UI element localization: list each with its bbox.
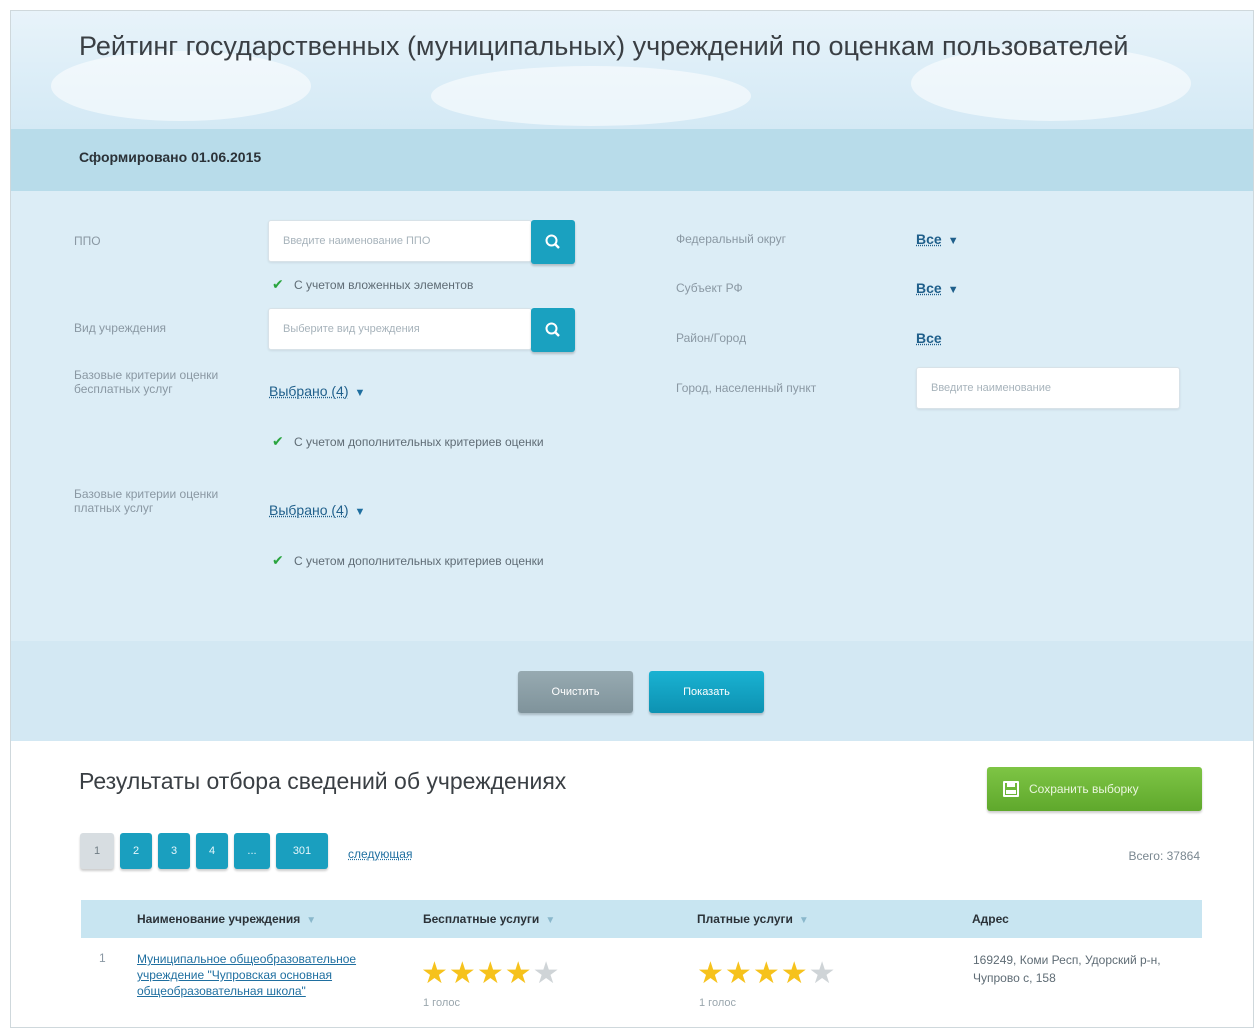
ppo-input[interactable]: Введите наименование ППО — [268, 220, 532, 262]
ppo-search-button[interactable] — [531, 220, 575, 264]
column-name-label: Наименование учреждения — [137, 912, 301, 926]
federal-district-value: Все — [916, 231, 942, 247]
paid-extra-checkbox[interactable]: ✔ С учетом дополнительных критериев оцен… — [272, 552, 572, 568]
page-button-2[interactable]: 2 — [120, 833, 152, 869]
paid-criteria-dropdown[interactable]: Выбрано (4) ▼ — [269, 502, 365, 518]
table-header: Наименование учреждения ▼ Бесплатные услу… — [81, 900, 1202, 938]
federal-district-dropdown[interactable]: Все ▼ — [916, 231, 959, 247]
star-empty-icon: ★ — [808, 957, 837, 990]
star-filled-icon: ★ — [504, 957, 533, 990]
city-label: Город, населенный пункт — [676, 381, 817, 395]
type-input[interactable]: Выберите вид учреждения — [268, 308, 532, 350]
star-empty-icon: ★ — [532, 957, 561, 990]
filter-panel — [11, 191, 1253, 641]
paid-extra-label: С учетом дополнительных критериев оценки — [294, 554, 544, 568]
paid-criteria-value: Выбрано (4) — [269, 502, 349, 518]
free-extra-checkbox[interactable]: ✔ С учетом дополнительных критериев оцен… — [272, 433, 572, 449]
checkmark-icon: ✔ — [272, 433, 284, 449]
subject-label: Субъект РФ — [676, 281, 743, 295]
free-criteria-value: Выбрано (4) — [269, 383, 349, 399]
column-header-name[interactable]: Наименование учреждения ▼ — [137, 912, 316, 926]
paid-rating-stars: ★★★★★ — [697, 959, 837, 989]
total-count: Всего: 37864 — [1128, 849, 1200, 863]
column-header-address: Адрес — [972, 912, 1009, 926]
free-criteria-dropdown[interactable]: Выбрано (4) ▼ — [269, 383, 365, 399]
type-search-button[interactable] — [531, 308, 575, 352]
district-label: Район/Город — [676, 331, 747, 345]
column-address-label: Адрес — [972, 912, 1009, 926]
star-filled-icon: ★ — [476, 957, 505, 990]
page-header: Рейтинг государственных (муниципальных) … — [11, 11, 1253, 129]
checkmark-icon: ✔ — [272, 276, 284, 292]
district-value: Все — [916, 330, 942, 346]
ppo-nested-checkbox[interactable]: ✔ С учетом вложенных элементов — [272, 276, 474, 292]
save-selection-label: Сохранить выборку — [1029, 782, 1139, 796]
formed-date: Сформировано 01.06.2015 — [79, 149, 262, 165]
star-filled-icon: ★ — [697, 957, 725, 990]
caret-down-icon: ▼ — [354, 506, 366, 518]
sort-icon: ▼ — [798, 915, 809, 926]
floppy-disk-icon — [1003, 781, 1019, 797]
ppo-nested-label: С учетом вложенных элементов — [294, 278, 474, 292]
federal-district-label: Федеральный округ — [676, 232, 786, 246]
caret-down-icon: ▼ — [947, 235, 959, 247]
column-free-label: Бесплатные услуги — [423, 912, 540, 926]
save-selection-button[interactable]: Сохранить выборку — [987, 767, 1202, 811]
caret-down-icon: ▼ — [947, 284, 959, 296]
district-dropdown[interactable]: Все — [916, 330, 942, 346]
page-button-3[interactable]: 3 — [158, 833, 190, 869]
star-filled-icon: ★ — [448, 957, 477, 990]
formed-strip: Сформировано 01.06.2015 — [11, 129, 1253, 191]
free-rating-stars: ★★★★★ — [421, 959, 561, 989]
sort-icon: ▼ — [545, 915, 556, 926]
subject-dropdown[interactable]: Все ▼ — [916, 280, 959, 296]
free-votes: 1 голос — [423, 997, 460, 1009]
city-input[interactable]: Введите наименование — [916, 367, 1180, 409]
page-title: Рейтинг государственных (муниципальных) … — [79, 31, 1129, 61]
column-header-paid[interactable]: Платные услуги ▼ — [697, 912, 809, 926]
star-filled-icon: ★ — [421, 957, 449, 990]
page-button-1[interactable]: 1 — [80, 833, 114, 869]
column-header-free[interactable]: Бесплатные услуги ▼ — [423, 912, 555, 926]
next-page-link[interactable]: следующая — [348, 847, 412, 861]
search-icon — [545, 322, 560, 337]
checkmark-icon: ✔ — [272, 552, 284, 568]
type-label: Вид учреждения — [74, 321, 167, 335]
column-paid-label: Платные услуги — [697, 912, 793, 926]
page-frame: Рейтинг государственных (муниципальных) … — [10, 10, 1254, 1028]
row-address: 169249, Коми Респ, Удорский р-н, Чупрово… — [973, 953, 1161, 985]
show-button[interactable]: Показать — [649, 671, 764, 713]
page-button-4[interactable]: 4 — [196, 833, 228, 869]
caret-down-icon: ▼ — [354, 387, 366, 399]
page-button-last[interactable]: 301 — [276, 833, 328, 869]
star-filled-icon: ★ — [780, 957, 809, 990]
subject-value: Все — [916, 280, 942, 296]
free-criteria-label: Базовые критерии оценки бесплатных услуг — [74, 368, 219, 396]
row-number: 1 — [99, 951, 106, 965]
page-button-ellipsis[interactable]: ... — [234, 833, 270, 869]
clear-button[interactable]: Очистить — [518, 671, 633, 713]
star-filled-icon: ★ — [724, 957, 753, 990]
results-title: Результаты отбора сведений об учреждения… — [79, 768, 567, 794]
paid-criteria-label: Базовые критерии оценки платных услуг — [74, 487, 219, 515]
ppo-label: ППО — [74, 234, 101, 248]
search-icon — [545, 234, 560, 249]
sort-icon: ▼ — [306, 915, 317, 926]
free-extra-label: С учетом дополнительных критериев оценки — [294, 435, 544, 449]
paid-votes: 1 голос — [699, 997, 736, 1009]
institution-link[interactable]: Муниципальное общеобразовательное учрежд… — [137, 951, 407, 999]
star-filled-icon: ★ — [752, 957, 781, 990]
